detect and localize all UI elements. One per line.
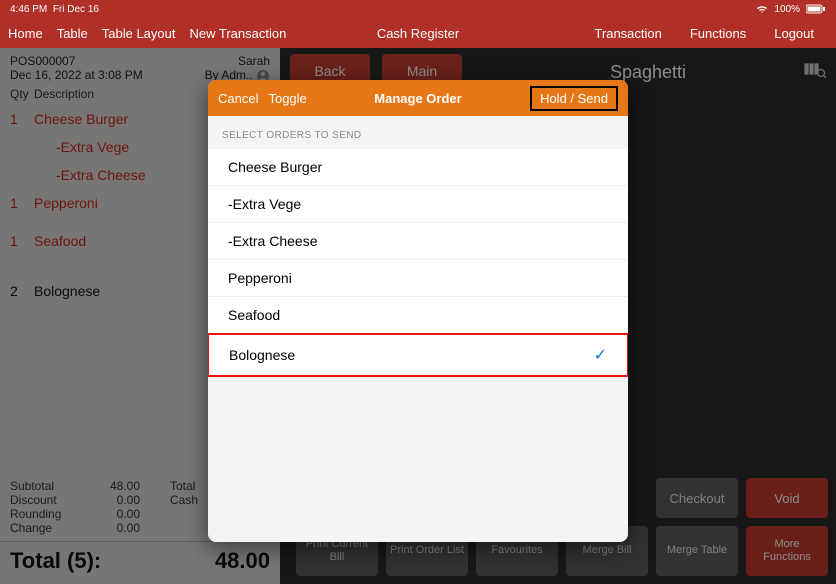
manage-order-item[interactable]: Cheese Burger bbox=[208, 149, 628, 186]
manage-order-item-label: Pepperoni bbox=[228, 270, 292, 286]
manage-order-item-label: -Extra Cheese bbox=[228, 233, 317, 249]
select-orders-label: SELECT ORDERS TO SEND bbox=[208, 116, 628, 149]
battery-icon bbox=[806, 4, 826, 14]
menu-table[interactable]: Table bbox=[57, 26, 88, 41]
menu-home[interactable]: Home bbox=[8, 26, 43, 41]
check-icon: ✓ bbox=[594, 345, 607, 365]
modal-toggle-button[interactable]: Toggle bbox=[268, 91, 306, 106]
menu-logout[interactable]: Logout bbox=[774, 26, 814, 41]
menu-new-transaction[interactable]: New Transaction bbox=[190, 26, 287, 41]
menu-functions[interactable]: Functions bbox=[690, 26, 746, 41]
manage-order-item-label: -Extra Vege bbox=[228, 196, 301, 212]
modal-title: Manage Order bbox=[374, 91, 461, 106]
manage-order-item-label: Cheese Burger bbox=[228, 159, 322, 175]
wifi-icon bbox=[756, 4, 768, 14]
app-title: Cash Register bbox=[377, 26, 459, 41]
battery-text: 100% bbox=[774, 4, 800, 15]
manage-order-modal: Cancel Toggle Manage Order Hold / Send S… bbox=[208, 80, 628, 542]
manage-order-item[interactable]: -Extra Vege bbox=[208, 186, 628, 223]
hold-send-button[interactable]: Hold / Send bbox=[530, 86, 618, 111]
menu-table-layout[interactable]: Table Layout bbox=[102, 26, 176, 41]
manage-order-item-label: Seafood bbox=[228, 307, 280, 323]
manage-order-item[interactable]: Bolognese ✓ bbox=[208, 333, 628, 377]
modal-header: Cancel Toggle Manage Order Hold / Send bbox=[208, 80, 628, 116]
manage-order-item[interactable]: -Extra Cheese bbox=[208, 223, 628, 260]
manage-order-item[interactable]: Pepperoni bbox=[208, 260, 628, 297]
manage-order-item[interactable]: Seafood bbox=[208, 297, 628, 334]
status-date: Fri Dec 16 bbox=[53, 4, 99, 15]
modal-cancel-button[interactable]: Cancel bbox=[218, 91, 258, 106]
manage-order-list: Cheese Burger -Extra Vege -Extra Cheese Pep… bbox=[208, 149, 628, 376]
menu-transaction[interactable]: Transaction bbox=[594, 26, 661, 41]
status-bar: 4:46 PM Fri Dec 16 100% bbox=[0, 0, 836, 18]
manage-order-item-label: Bolognese bbox=[229, 347, 295, 363]
status-time: 4:46 PM bbox=[10, 4, 47, 15]
top-menu: Home Table Table Layout New Transaction … bbox=[0, 18, 836, 48]
